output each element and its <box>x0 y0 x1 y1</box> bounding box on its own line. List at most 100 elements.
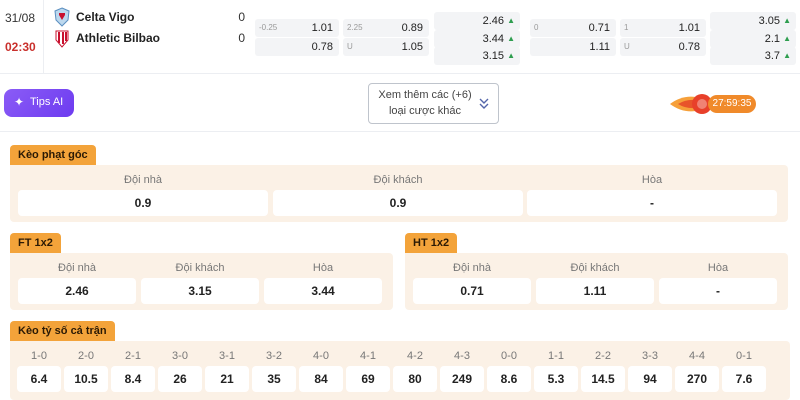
ht1x2-draw-odds[interactable]: - <box>659 278 777 304</box>
match-row[interactable]: 31/08 02:30 Celta Vigo 0 Athletic Bilbao… <box>0 0 800 74</box>
ht-1x2-home-odds[interactable]: 3.05 ▲ <box>710 12 796 30</box>
score-odds[interactable]: 26 <box>158 366 202 392</box>
ht-1x2-draw-odds[interactable]: 2.1 ▲ <box>710 30 796 48</box>
score-odds[interactable]: 270 <box>675 366 719 392</box>
score-odds[interactable]: 5.3 <box>534 366 578 392</box>
odds-value: 0.78 <box>311 41 333 53</box>
home-team-score: 0 <box>238 10 245 24</box>
under-label: U <box>624 42 630 51</box>
ht1x2-home-odds[interactable]: 0.71 <box>413 278 531 304</box>
match-datetime: 31/08 02:30 <box>0 0 44 74</box>
score-label: 3-3 <box>642 350 658 362</box>
away-team-score: 0 <box>238 31 245 45</box>
score-odds[interactable]: 6.4 <box>17 366 61 392</box>
ft-over-odds[interactable]: 2.25 0.89 <box>343 19 429 37</box>
athletic-bilbao-crest-icon <box>55 30 69 48</box>
away-team-name: Athletic Bilbao <box>76 31 161 45</box>
correct-score-section-title: Kèo tỷ số cả trận <box>10 321 115 341</box>
score-label: 4-4 <box>689 350 705 362</box>
score-odds[interactable]: 80 <box>393 366 437 392</box>
countdown-timer: 27:59:35 <box>668 89 758 119</box>
odds-value: 3.05 <box>758 15 780 27</box>
corners-home-odds[interactable]: 0.9 <box>18 190 268 216</box>
under-label: U <box>347 42 353 51</box>
corners-away-label: Đội khách <box>373 174 423 186</box>
odds-value: 0.71 <box>588 22 610 34</box>
odds-value: 3.15 <box>482 50 504 62</box>
odds-value: 0.89 <box>401 22 423 34</box>
corners-draw-label: Hòa <box>641 174 663 186</box>
section-divider <box>0 131 800 132</box>
corners-away-odds[interactable]: 0.9 <box>273 190 523 216</box>
score-label: 4-3 <box>454 350 470 362</box>
odds-up-icon: ▲ <box>507 51 515 60</box>
more-bet-types-line1: Xem thêm các (+6) <box>378 89 472 101</box>
home-team[interactable]: Celta Vigo 0 <box>52 7 247 27</box>
home-team-name: Celta Vigo <box>76 10 135 24</box>
score-label: 1-0 <box>31 350 47 362</box>
odds-up-icon: ▲ <box>507 34 515 43</box>
more-bet-types-line2: loại cược khác <box>388 105 462 117</box>
odds-value: 2.46 <box>482 15 504 27</box>
ft-handicap-away-odds[interactable]: 0.78 <box>255 38 339 56</box>
ft1x2-panel: Đội nhà Đội khách Hòa 2.46 3.15 3.44 <box>10 253 393 310</box>
handicap-line: 0 <box>534 23 539 32</box>
odds-value: 1.05 <box>401 41 423 53</box>
odds-up-icon: ▲ <box>507 16 515 25</box>
ht1x2-away-odds[interactable]: 1.11 <box>536 278 654 304</box>
score-odds[interactable]: 10.5 <box>64 366 108 392</box>
ht-handicap-home-odds[interactable]: 0 0.71 <box>530 19 616 37</box>
handicap-line: -0.25 <box>259 23 278 32</box>
ft1x2-home-label: Đội nhà <box>58 262 96 274</box>
corners-draw-odds[interactable]: - <box>527 190 777 216</box>
odds-value: 1.01 <box>311 22 333 34</box>
score-odds[interactable]: 21 <box>205 366 249 392</box>
score-label: 1-1 <box>548 350 564 362</box>
score-odds[interactable]: 7.6 <box>722 366 766 392</box>
score-label: 0-1 <box>736 350 752 362</box>
score-label: 3-1 <box>219 350 235 362</box>
score-odds[interactable]: 69 <box>346 366 390 392</box>
match-time: 02:30 <box>5 40 36 54</box>
odds-value: 3.44 <box>482 33 504 45</box>
ht-over-odds[interactable]: 1 1.01 <box>620 19 706 37</box>
score-odds[interactable]: 249 <box>440 366 484 392</box>
ht-1x2-away-odds[interactable]: 3.7 ▲ <box>710 47 796 65</box>
ft-1x2-home-odds[interactable]: 2.46 ▲ <box>434 12 520 30</box>
away-team[interactable]: Athletic Bilbao 0 <box>52 28 247 48</box>
score-label: 2-1 <box>125 350 141 362</box>
score-odds[interactable]: 94 <box>628 366 672 392</box>
score-label: 3-2 <box>266 350 282 362</box>
corners-panel: Đội nhà Đội khách Hòa 0.9 0.9 - <box>10 165 788 222</box>
ft1x2-section-title: FT 1x2 <box>10 233 61 253</box>
ht-handicap-away-odds[interactable]: 1.11 <box>530 38 616 56</box>
odds-up-icon: ▲ <box>783 16 791 25</box>
odds-up-icon: ▲ <box>783 51 791 60</box>
ft-1x2-away-odds[interactable]: 3.15 ▲ <box>434 47 520 65</box>
ht1x2-home-label: Đội nhà <box>453 262 491 274</box>
ft1x2-away-odds[interactable]: 3.15 <box>141 278 259 304</box>
score-odds[interactable]: 14.5 <box>581 366 625 392</box>
ht1x2-draw-label: Hòa <box>707 262 729 274</box>
ft-1x2-draw-odds[interactable]: 3.44 ▲ <box>434 30 520 48</box>
ft-under-odds[interactable]: U 1.05 <box>343 38 429 56</box>
score-label: 4-2 <box>407 350 423 362</box>
score-label: 0-0 <box>501 350 517 362</box>
more-bet-types-button[interactable]: Xem thêm các (+6) loại cược khác <box>368 83 499 124</box>
ht-under-odds[interactable]: U 0.78 <box>620 38 706 56</box>
total-line: 1 <box>624 23 629 32</box>
ft1x2-home-odds[interactable]: 2.46 <box>18 278 136 304</box>
tips-ai-label: Tips AI <box>30 96 64 108</box>
score-label: 4-1 <box>360 350 376 362</box>
score-label: 4-0 <box>313 350 329 362</box>
odds-value: 1.01 <box>678 22 700 34</box>
score-odds[interactable]: 35 <box>252 366 296 392</box>
score-odds[interactable]: 8.4 <box>111 366 155 392</box>
score-odds[interactable]: 8.6 <box>487 366 531 392</box>
corners-home-label: Đội nhà <box>124 174 162 186</box>
score-label: 3-0 <box>172 350 188 362</box>
score-odds[interactable]: 84 <box>299 366 343 392</box>
ft-handicap-home-odds[interactable]: -0.25 1.01 <box>255 19 339 37</box>
ft1x2-draw-odds[interactable]: 3.44 <box>264 278 382 304</box>
tips-ai-button[interactable]: ✦ Tips AI <box>4 89 74 117</box>
